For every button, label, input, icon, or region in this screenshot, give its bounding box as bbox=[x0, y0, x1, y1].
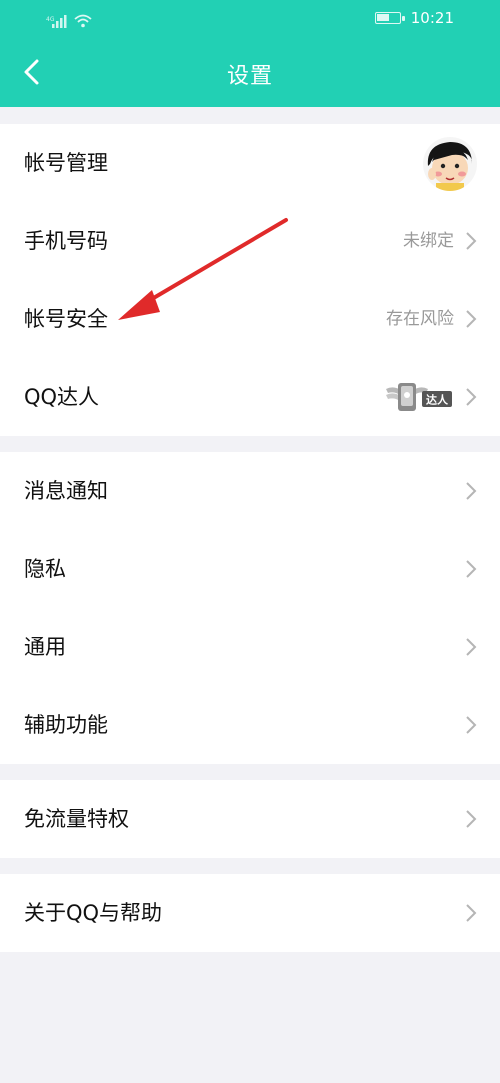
row-privacy[interactable]: 隐私 bbox=[0, 530, 500, 608]
chevron-right-icon bbox=[466, 482, 477, 500]
chevron-right-icon bbox=[466, 638, 477, 656]
row-account-security[interactable]: 帐号安全 存在风险 bbox=[0, 280, 500, 358]
row-account-management[interactable]: 帐号管理 bbox=[0, 124, 500, 202]
chevron-right-icon bbox=[466, 232, 477, 250]
row-general[interactable]: 通用 bbox=[0, 608, 500, 686]
row-label: 免流量特权 bbox=[24, 807, 129, 831]
row-label: 消息通知 bbox=[24, 479, 108, 503]
settings-group-general: 消息通知 隐私 通用 辅助功能 bbox=[0, 452, 500, 764]
row-label: 帐号管理 bbox=[24, 151, 108, 175]
chevron-right-icon bbox=[466, 716, 477, 734]
settings-group-data: 免流量特权 bbox=[0, 780, 500, 858]
row-label: 关于QQ与帮助 bbox=[24, 901, 163, 925]
avatar bbox=[423, 137, 477, 191]
row-label: 辅助功能 bbox=[24, 713, 108, 737]
row-label: 通用 bbox=[24, 635, 66, 659]
qq-daren-badge-icon: 达人 bbox=[386, 383, 452, 411]
row-label: 帐号安全 bbox=[24, 307, 108, 331]
chevron-right-icon bbox=[466, 904, 477, 922]
row-phone-number[interactable]: 手机号码 未绑定 bbox=[0, 202, 500, 280]
wifi-icon bbox=[74, 14, 92, 28]
status-right: 10:21 bbox=[374, 9, 454, 27]
svg-text:4G: 4G bbox=[46, 16, 55, 23]
row-label: 手机号码 bbox=[24, 229, 108, 253]
row-free-data-privilege[interactable]: 免流量特权 bbox=[0, 780, 500, 858]
row-label: 隐私 bbox=[24, 557, 66, 581]
qq-daren-badge-text: 达人 bbox=[426, 393, 449, 407]
settings-group-account: 帐号管理 手机号码 未绑定 帐号安全 存在风险 QQ达人 达人 bbox=[0, 124, 500, 436]
row-accessibility[interactable]: 辅助功能 bbox=[0, 686, 500, 764]
row-about-qq-help[interactable]: 关于QQ与帮助 bbox=[0, 874, 500, 952]
page-title: 设置 bbox=[226, 64, 273, 89]
battery-icon bbox=[374, 12, 405, 24]
signal-icon: 4G bbox=[46, 15, 67, 28]
settings-group-about: 关于QQ与帮助 bbox=[0, 874, 500, 952]
row-qq-daren[interactable]: QQ达人 达人 bbox=[0, 358, 500, 436]
chevron-right-icon bbox=[466, 310, 477, 328]
row-message-notification[interactable]: 消息通知 bbox=[0, 452, 500, 530]
header-bar: 4G 10:21 设置 bbox=[0, 0, 500, 107]
status-time: 10:21 bbox=[410, 9, 454, 27]
chevron-right-icon bbox=[466, 388, 477, 406]
chevron-right-icon bbox=[466, 810, 477, 828]
row-label: QQ达人 bbox=[24, 385, 100, 409]
chevron-right-icon bbox=[466, 560, 477, 578]
status-left: 4G bbox=[46, 10, 92, 28]
row-value: 未绑定 bbox=[403, 231, 454, 251]
row-value: 存在风险 bbox=[386, 309, 454, 329]
status-bar: 4G 10:21 bbox=[0, 0, 500, 38]
